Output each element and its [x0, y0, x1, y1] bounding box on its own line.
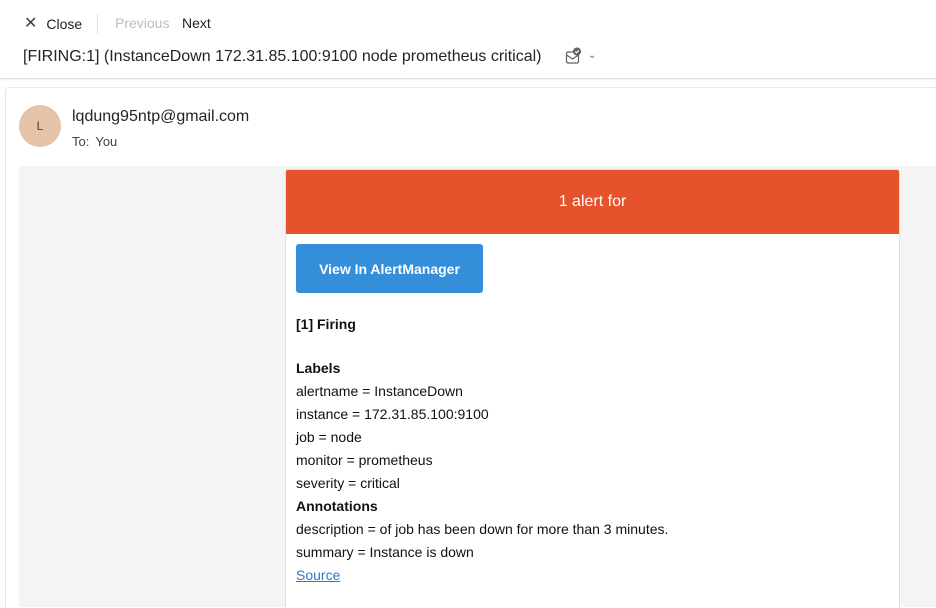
- label-line: instance = 172.31.85.100:9100: [296, 406, 489, 422]
- annotations-heading: Annotations: [296, 498, 378, 514]
- close-label: Close: [46, 16, 83, 32]
- alert-email-card: 1 alert for View In AlertManager [1] Fir…: [285, 169, 900, 608]
- firing-heading: [1] Firing: [296, 316, 356, 332]
- alert-content: View In AlertManager [1] Firing Labels a…: [286, 234, 899, 587]
- annotation-line: description = of job has been down for m…: [296, 521, 669, 537]
- labels-heading: Labels: [296, 360, 341, 376]
- label-line: job = node: [296, 429, 362, 445]
- sender-address[interactable]: lqdung95ntp@gmail.com: [72, 108, 249, 126]
- avatar[interactable]: L: [19, 105, 61, 147]
- email-subject: [FIRING:1] (InstanceDown 172.31.85.100:9…: [23, 48, 542, 65]
- subject-bar: [FIRING:1] (InstanceDown 172.31.85.100:9…: [0, 44, 936, 79]
- chevron-down-icon[interactable]: ⌄: [588, 50, 596, 61]
- mail-check-icon[interactable]: [565, 47, 581, 65]
- close-button[interactable]: ✕ Close: [24, 14, 82, 34]
- message-pane: L lqdung95ntp@gmail.com To: You 1 alert f…: [5, 87, 936, 608]
- close-icon: ✕: [24, 15, 38, 32]
- banner-text: 1 alert for: [558, 193, 627, 210]
- next-label: Next: [182, 15, 211, 31]
- label-line: monitor = prometheus: [296, 452, 433, 468]
- to-recipient[interactable]: You: [95, 134, 117, 149]
- label-line: severity = critical: [296, 475, 400, 491]
- toolbar: ✕ Close Previous Next: [0, 0, 936, 48]
- recipient-line: To: You: [72, 134, 123, 149]
- previous-label: Previous: [115, 15, 170, 31]
- alert-banner: 1 alert for: [286, 170, 899, 234]
- label-line: alertname = InstanceDown: [296, 383, 463, 399]
- view-in-alertmanager-button[interactable]: View In AlertManager: [296, 244, 483, 293]
- annotation-line: summary = Instance is down: [296, 544, 474, 560]
- previous-button[interactable]: Previous: [115, 15, 169, 31]
- next-button[interactable]: Next: [182, 15, 211, 31]
- to-prefix: To:: [72, 134, 90, 149]
- source-link[interactable]: Source: [296, 567, 340, 583]
- button-label: View In AlertManager: [319, 260, 460, 277]
- toolbar-divider: [97, 14, 98, 34]
